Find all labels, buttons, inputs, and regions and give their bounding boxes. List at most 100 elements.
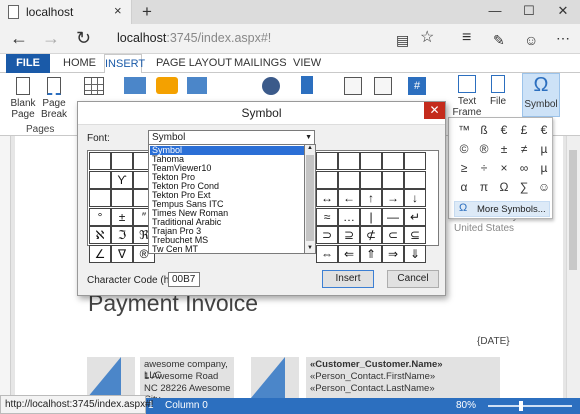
bookmark-icon[interactable] — [301, 76, 313, 94]
maximize-icon[interactable]: ☐ — [512, 0, 546, 24]
footer-icon[interactable] — [374, 77, 392, 95]
back-icon[interactable]: ← — [10, 28, 28, 48]
symbol-panel-cell[interactable]: ≠ — [514, 142, 534, 156]
scroll-down-icon[interactable]: ▼ — [307, 245, 313, 251]
symbol-cell[interactable]: … — [338, 207, 360, 226]
symbol-panel-cell[interactable]: π — [474, 180, 494, 194]
tab-mailings[interactable]: MAILINGS — [234, 57, 287, 69]
symbol-panel-cell[interactable]: ß — [474, 123, 494, 137]
symbol-panel-cell[interactable]: © — [454, 142, 474, 156]
symbol-cell[interactable]: — — [382, 207, 404, 226]
browser-tab[interactable]: localhost × — [0, 0, 132, 24]
symbol-cell[interactable] — [338, 152, 360, 170]
symbol-cell[interactable]: | — [360, 207, 382, 226]
symbol-cell[interactable]: ⊆ — [404, 226, 426, 244]
symbol-panel-cell[interactable]: ™ — [454, 123, 474, 137]
reading-view-icon[interactable]: ▤ — [396, 30, 409, 50]
symbol-cell[interactable] — [404, 170, 426, 189]
hyperlink-icon[interactable] — [262, 77, 280, 95]
symbol-panel-cell[interactable]: ® — [474, 142, 494, 156]
symbol-cell[interactable]: ⊇ — [338, 226, 360, 244]
header-icon[interactable] — [344, 77, 362, 95]
new-tab-icon[interactable]: + — [142, 2, 152, 22]
symbol-panel-cell[interactable]: ∞ — [514, 161, 534, 175]
page-number-icon[interactable]: # — [408, 77, 426, 95]
minimize-icon[interactable]: — — [478, 0, 512, 24]
symbol-cell[interactable]: ↓ — [404, 189, 426, 207]
symbol-panel-cell[interactable]: µ — [534, 161, 554, 175]
symbol-button[interactable]: Ω Symbol — [522, 73, 560, 117]
symbol-cell[interactable]: ℑ — [111, 226, 133, 244]
symbol-panel-cell[interactable]: ÷ — [474, 161, 494, 175]
symbol-cell[interactable] — [111, 189, 133, 207]
tab-file[interactable]: FILE — [6, 54, 50, 73]
symbol-cell[interactable]: → — [382, 189, 404, 207]
symbol-cell[interactable] — [89, 189, 111, 207]
web-note-icon[interactable]: ✎ — [493, 30, 505, 50]
chart-icon[interactable] — [187, 77, 207, 94]
page-break-button[interactable]: Page Break — [40, 77, 68, 120]
symbol-cell[interactable]: ↑ — [360, 189, 382, 207]
font-select[interactable]: Symbol ▼ — [148, 130, 315, 145]
symbol-panel-cell[interactable]: ☺ — [534, 180, 554, 194]
symbol-panel-cell[interactable]: Ω — [494, 180, 514, 194]
symbol-panel-cell[interactable]: € — [534, 123, 554, 137]
symbol-panel-cell[interactable]: ∑ — [514, 180, 534, 194]
symbol-panel-cell[interactable]: ≥ — [454, 161, 474, 175]
tab-insert[interactable]: INSERT — [104, 54, 145, 74]
symbol-cell[interactable]: ⊂ — [382, 226, 404, 244]
favorite-star-icon[interactable]: ☆ — [420, 28, 434, 48]
share-icon[interactable]: ☺ — [524, 30, 538, 50]
symbol-cell[interactable] — [89, 170, 111, 189]
zoom-slider-thumb[interactable] — [519, 401, 523, 411]
tab-page-layout[interactable]: PAGE LAYOUT — [156, 57, 232, 69]
symbol-cell[interactable] — [316, 170, 338, 189]
symbol-cell[interactable]: ∇ — [111, 244, 133, 263]
file-button[interactable]: File — [485, 75, 511, 107]
close-tab-icon[interactable]: × — [114, 3, 122, 18]
url-field[interactable]: localhost:3745/index.aspx#! — [117, 31, 271, 45]
insert-button[interactable]: Insert — [322, 270, 374, 288]
symbol-cell[interactable] — [89, 152, 111, 170]
symbol-cell[interactable]: ⊃ — [316, 226, 338, 244]
more-symbols-item[interactable]: Ω More Symbols... — [454, 201, 550, 217]
symbol-cell[interactable]: ℵ — [89, 226, 111, 244]
font-dropdown-list[interactable]: Symbol Tahoma TeamViewer10 Tekton Pro Tekton… — [148, 144, 305, 254]
symbol-panel-cell[interactable]: ± — [494, 142, 514, 156]
symbol-cell[interactable] — [360, 170, 382, 189]
symbol-cell[interactable] — [382, 170, 404, 189]
cancel-button[interactable]: Cancel — [387, 270, 439, 288]
table-icon[interactable] — [84, 77, 104, 95]
symbol-panel-cell[interactable]: × — [494, 161, 514, 175]
font-list-item[interactable]: Tw Cen MT — [150, 244, 304, 254]
symbol-cell[interactable]: ϒ — [111, 170, 133, 189]
scroll-up-icon[interactable]: ▲ — [307, 145, 313, 151]
symbol-cell[interactable] — [382, 152, 404, 170]
zoom-slider-track[interactable] — [488, 405, 572, 407]
window-close-icon[interactable]: ✕ — [546, 0, 580, 24]
symbol-cell[interactable] — [404, 152, 426, 170]
symbol-cell[interactable]: ∠ — [89, 244, 111, 263]
symbol-panel-cell[interactable]: µ — [534, 142, 554, 156]
symbol-cell[interactable]: ↵ — [404, 207, 426, 226]
symbol-cell[interactable] — [316, 152, 338, 170]
symbol-cell[interactable]: ⇔ — [316, 244, 338, 263]
symbol-cell[interactable] — [360, 152, 382, 170]
symbol-panel-cell[interactable]: € — [494, 123, 514, 137]
symbol-panel-cell[interactable]: α — [454, 180, 474, 194]
zoom-level[interactable]: 80% — [456, 400, 476, 411]
symbol-cell[interactable] — [111, 152, 133, 170]
document-scroll-thumb[interactable] — [569, 150, 577, 270]
forward-icon[interactable]: → — [42, 28, 60, 48]
symbol-cell[interactable]: ⇑ — [360, 244, 382, 263]
symbol-cell[interactable]: ↔ — [316, 189, 338, 207]
symbol-cell[interactable]: ≈ — [316, 207, 338, 226]
symbol-cell[interactable]: ± — [111, 207, 133, 226]
refresh-icon[interactable]: ↻ — [76, 28, 91, 48]
picture-icon[interactable] — [124, 77, 146, 94]
hub-icon[interactable]: ≡ — [462, 28, 471, 48]
symbol-cell[interactable]: ⇒ — [382, 244, 404, 263]
symbol-cell[interactable]: ⇐ — [338, 244, 360, 263]
symbol-cell[interactable] — [338, 170, 360, 189]
symbol-cell[interactable]: ← — [338, 189, 360, 207]
